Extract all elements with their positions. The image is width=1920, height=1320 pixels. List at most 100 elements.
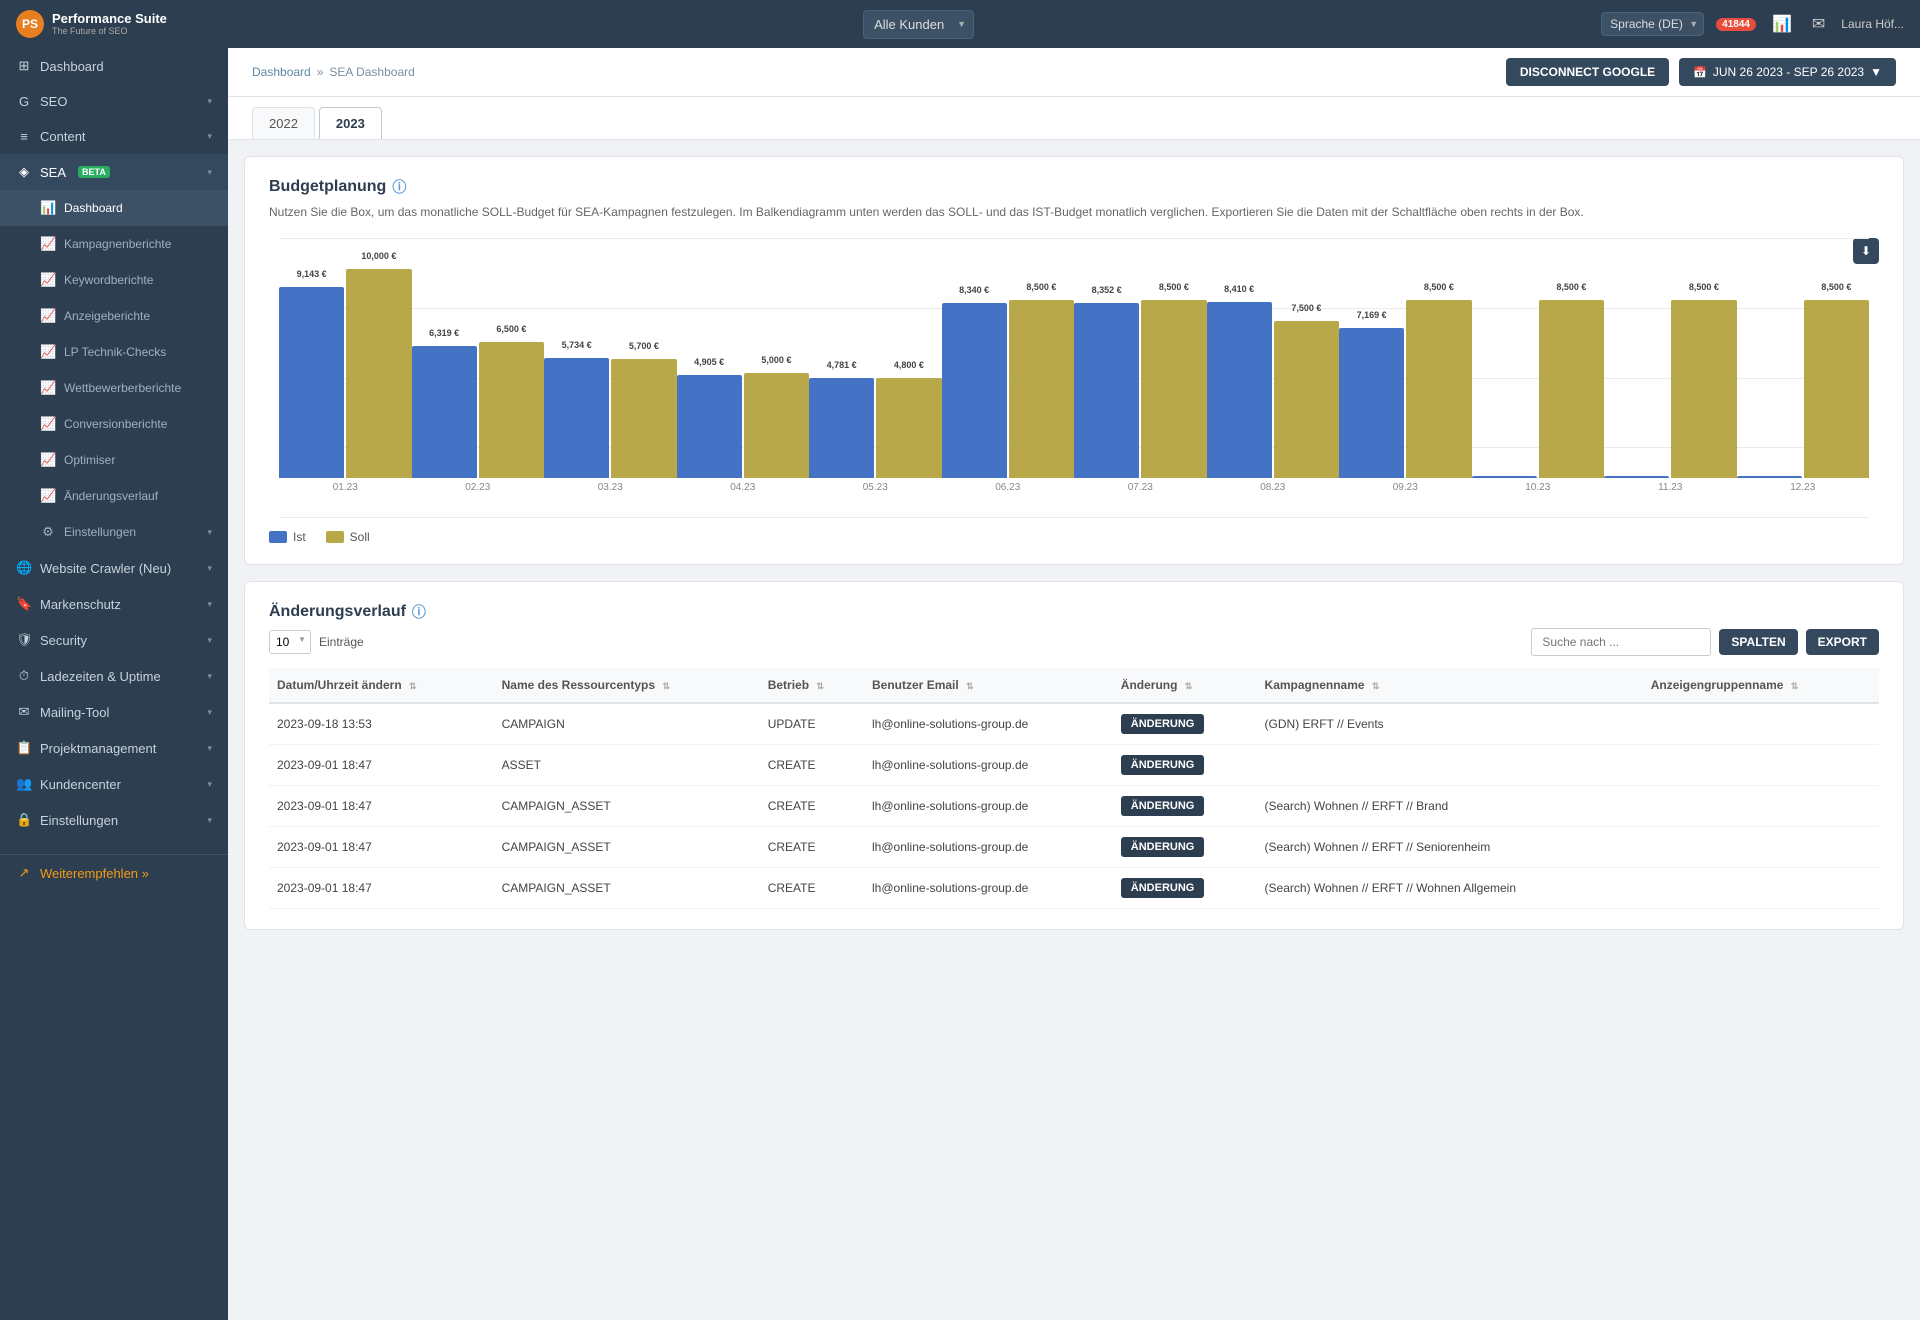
- x-label-05.23: 05.23: [809, 478, 942, 493]
- sidebar-item-dashboard[interactable]: ⊞ Dashboard: [0, 48, 228, 84]
- budgetplanung-section: Budgetplanung ⓘ Nutzen Sie die Box, um d…: [244, 156, 1904, 565]
- col-header-1[interactable]: Name des Ressourcentyps ⇅: [494, 668, 760, 703]
- sidebar-label-content: Content: [40, 129, 86, 144]
- chart-icon-btn[interactable]: 📊: [1768, 10, 1796, 38]
- bar-ist-label-01.23: 9,143 €: [297, 269, 327, 279]
- aenderung-button-2[interactable]: ÄNDERUNG: [1121, 796, 1205, 816]
- table-cell-anzeige-4: [1643, 868, 1879, 909]
- notification-badge[interactable]: 41844: [1716, 18, 1756, 31]
- budgetplanung-title: Budgetplanung ⓘ: [269, 177, 1879, 197]
- bar-ist-label-02.23: 6,319 €: [429, 328, 459, 338]
- spalten-button[interactable]: SPALTEN: [1719, 629, 1797, 655]
- sidebar-item-lp-checks[interactable]: 📈LP Technik-Checks: [0, 334, 228, 370]
- sidebar-item-weiterempfehlen[interactable]: ↗Weiterempfehlen »: [0, 855, 228, 891]
- bar-x-labels: 01.2302.2303.2304.2305.2306.2307.2308.23…: [269, 478, 1879, 493]
- sidebar-item-aenderungsverlauf[interactable]: 📈Änderungsverlauf: [0, 478, 228, 514]
- sidebar-item-sea-dashboard[interactable]: 📊Dashboard: [0, 190, 228, 226]
- search-input[interactable]: [1531, 628, 1711, 656]
- breadcrumb-parent[interactable]: Dashboard: [252, 65, 311, 79]
- sidebar-item-einstellungen-sea[interactable]: ⚙Einstellungen▾: [0, 514, 228, 550]
- user-name: Laura Höf...: [1841, 17, 1904, 31]
- breadcrumb: Dashboard » SEA Dashboard: [252, 65, 415, 79]
- sidebar-icon-kampagnenberichte: 📈: [40, 236, 56, 252]
- sidebar-item-website-crawler[interactable]: 🌐Website Crawler (Neu)▾: [0, 550, 228, 586]
- export-button[interactable]: EXPORT: [1806, 629, 1879, 655]
- sidebar-item-projektmanagement[interactable]: 📋Projektmanagement▾: [0, 730, 228, 766]
- sidebar-item-mailing[interactable]: ✉Mailing-Tool▾: [0, 694, 228, 730]
- sidebar-item-wettbewerber[interactable]: 📈Wettbewerberberichte: [0, 370, 228, 406]
- sidebar-icon-dashboard: ⊞: [16, 58, 32, 74]
- sidebar-label-einstellungen: Einstellungen: [40, 813, 118, 828]
- bar-group-09.23: 7,169 €8,500 €: [1339, 300, 1472, 478]
- sidebar-item-anzeigeberichte[interactable]: 📈Anzeigeberichte: [0, 298, 228, 334]
- sidebar: ⊞ Dashboard GSEO▾≡Content▾◈SEABETA▾📊Dashbo…: [0, 48, 228, 1320]
- x-label-01.23: 01.23: [279, 478, 412, 493]
- table-cell-anzeige-0: [1643, 703, 1879, 745]
- sidebar-icon-sea-dashboard: 📊: [40, 200, 56, 216]
- sidebar-item-optimiser[interactable]: 📈Optimiser: [0, 442, 228, 478]
- sidebar-item-seo[interactable]: GSEO▾: [0, 84, 228, 119]
- sidebar-item-einstellungen[interactable]: 🔒Einstellungen▾: [0, 802, 228, 838]
- sort-icon-2: ⇅: [816, 681, 824, 691]
- entries-select-wrap: 10 25 50 Einträge: [269, 630, 364, 654]
- aenderung-button-1[interactable]: ÄNDERUNG: [1121, 755, 1205, 775]
- bar-ist-04.23: 4,905 €: [677, 375, 742, 478]
- sidebar-item-keywordberichte[interactable]: 📈Keywordberichte: [0, 262, 228, 298]
- language-dropdown[interactable]: Sprache (DE): [1601, 12, 1704, 36]
- bar-soll-04.23: 5,000 €: [744, 373, 809, 478]
- sidebar-icon-anzeigeberichte: 📈: [40, 308, 56, 324]
- sidebar-icon-optimiser: 📈: [40, 452, 56, 468]
- sidebar-label-projektmanagement: Projektmanagement: [40, 741, 156, 756]
- sidebar-chevron-einstellungen: ▾: [207, 815, 212, 826]
- budgetplanung-info-icon[interactable]: ⓘ: [392, 177, 406, 197]
- mail-icon-btn[interactable]: ✉: [1808, 10, 1829, 38]
- sidebar-item-ladezeiten[interactable]: ⏱Ladezeiten & Uptime▾: [0, 658, 228, 694]
- col-header-4[interactable]: Änderung ⇅: [1113, 668, 1257, 703]
- sidebar-chevron-sea: ▾: [207, 167, 212, 178]
- sidebar-chevron-mailing: ▾: [207, 707, 212, 718]
- table-cell-anzeige-3: [1643, 827, 1879, 868]
- col-header-6[interactable]: Anzeigengruppenname ⇅: [1643, 668, 1879, 703]
- table-cell-kampagne-0: (GDN) ERFT // Events: [1257, 703, 1643, 745]
- aenderung-button-0[interactable]: ÄNDERUNG: [1121, 714, 1205, 734]
- aenderung-button-4[interactable]: ÄNDERUNG: [1121, 878, 1205, 898]
- aenderungsverlauf-info-icon[interactable]: ⓘ: [412, 602, 426, 622]
- customer-dropdown[interactable]: Alle Kunden: [863, 10, 974, 39]
- bar-group-04.23: 4,905 €5,000 €: [677, 373, 810, 478]
- sidebar-label-ladezeiten: Ladezeiten & Uptime: [40, 669, 161, 684]
- aenderung-button-3[interactable]: ÄNDERUNG: [1121, 837, 1205, 857]
- year-tab-2022[interactable]: 2022: [252, 107, 315, 139]
- bar-soll-10.23: 8,500 €: [1539, 300, 1604, 478]
- col-header-2[interactable]: Betrieb ⇅: [760, 668, 864, 703]
- sidebar-item-security[interactable]: 🛡Security▾: [0, 622, 228, 658]
- year-tab-2023[interactable]: 2023: [319, 107, 382, 139]
- table-cell-aenderung-3: ÄNDERUNG: [1113, 827, 1257, 868]
- sidebar-item-content[interactable]: ≡Content▾: [0, 119, 228, 154]
- col-header-5[interactable]: Kampagnenname ⇅: [1257, 668, 1643, 703]
- bar-group-02.23: 6,319 €6,500 €: [412, 342, 545, 478]
- col-header-0[interactable]: Datum/Uhrzeit ändern ⇅: [269, 668, 494, 703]
- date-range-button[interactable]: 📅 JUN 26 2023 - SEP 26 2023 ▼: [1679, 58, 1896, 86]
- table-cell-4-1: CAMPAIGN_ASSET: [494, 868, 760, 909]
- bar-soll-label-01.23: 10,000 €: [361, 251, 396, 261]
- entries-select[interactable]: 10 25 50: [269, 630, 311, 654]
- sidebar-item-kundencenter[interactable]: 👥Kundencenter▾: [0, 766, 228, 802]
- col-header-3[interactable]: Benutzer Email ⇅: [864, 668, 1113, 703]
- sidebar-chevron-seo: ▾: [207, 96, 212, 107]
- sidebar-item-conversion[interactable]: 📈Conversionberichte: [0, 406, 228, 442]
- sidebar-item-sea[interactable]: ◈SEABETA▾: [0, 154, 228, 190]
- sidebar-label-dashboard: Dashboard: [40, 59, 104, 74]
- sidebar-chevron-security: ▾: [207, 635, 212, 646]
- x-label-10.23: 10.23: [1472, 478, 1605, 493]
- bar-soll-09.23: 8,500 €: [1406, 300, 1471, 478]
- bar-ist-09.23: 7,169 €: [1339, 328, 1404, 478]
- sidebar-label-markenschutz: Markenschutz: [40, 597, 121, 612]
- sidebar-label-keywordberichte: Keywordberichte: [64, 273, 153, 287]
- bar-soll-label-11.23: 8,500 €: [1689, 282, 1719, 292]
- bar-soll-08.23: 7,500 €: [1274, 321, 1339, 478]
- sidebar-item-kampagnenberichte[interactable]: 📈Kampagnenberichte: [0, 226, 228, 262]
- disconnect-google-button[interactable]: DISCONNECT GOOGLE: [1506, 58, 1669, 86]
- sidebar-item-markenschutz[interactable]: 🔖Markenschutz▾: [0, 586, 228, 622]
- sidebar-icon-ladezeiten: ⏱: [16, 668, 32, 684]
- bar-ist-label-09.23: 7,169 €: [1357, 310, 1387, 320]
